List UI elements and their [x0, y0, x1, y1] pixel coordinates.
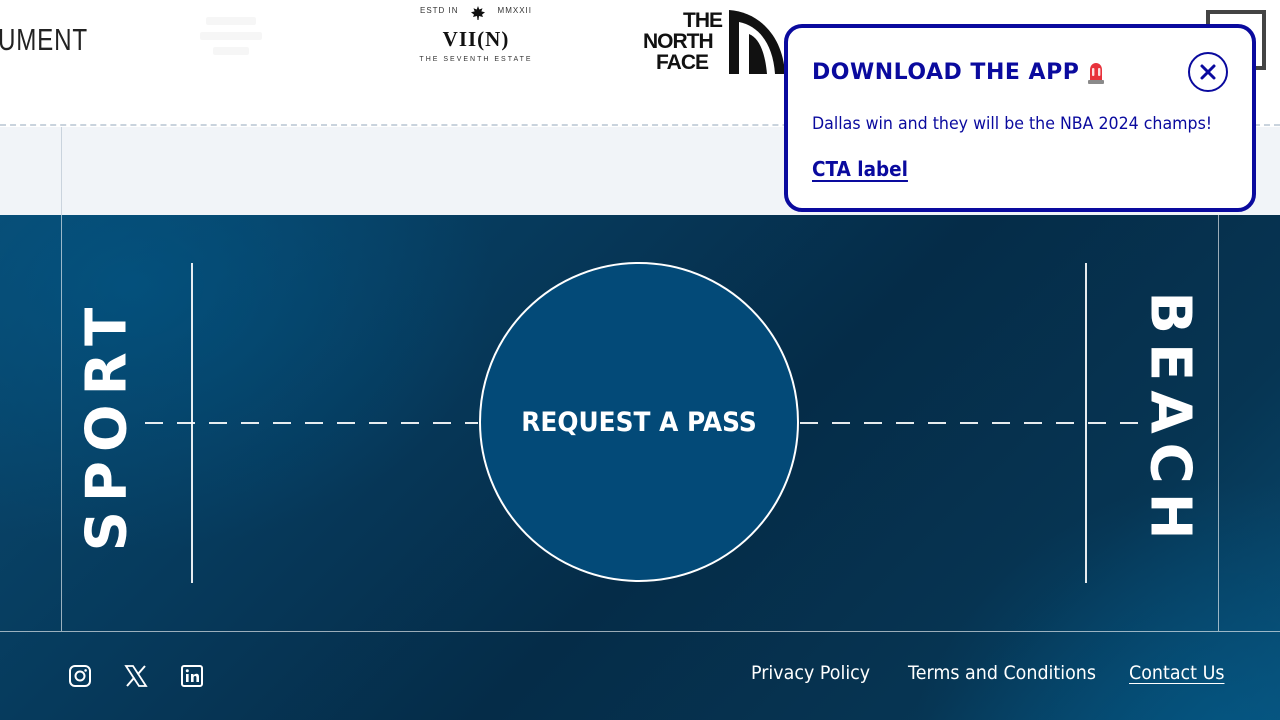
court-baseline	[0, 631, 1280, 632]
x-icon[interactable]	[124, 664, 148, 688]
contact-us-link[interactable]: Contact Us	[1129, 662, 1224, 684]
sponsor-logo-partial: UMENT	[0, 22, 88, 57]
beach-vertical-label: BEACH	[1137, 291, 1203, 549]
popup-cta-link[interactable]: CTA label	[812, 157, 908, 181]
court-sideline-right	[1218, 215, 1219, 631]
court-hero: SPORT BEACH REQUEST A PASS Privacy Polic…	[0, 215, 1280, 720]
privacy-policy-link[interactable]: Privacy Policy	[751, 662, 870, 684]
download-app-popup: DOWNLOAD THE APP Dallas win and they wil…	[784, 24, 1256, 212]
viin-wordmark: VII(N)	[442, 27, 510, 51]
close-button[interactable]	[1188, 52, 1228, 92]
request-pass-label: REQUEST A PASS	[521, 406, 757, 438]
close-icon	[1200, 64, 1216, 80]
alarm-light-icon	[1087, 62, 1105, 84]
viin-year-text: MMXXII	[497, 6, 532, 15]
viin-estd-text: ESTD IN	[420, 6, 459, 15]
tnf-line-2: NORTH	[643, 30, 714, 53]
court-dashed-line-right	[800, 422, 1138, 424]
sponsor-logo-faded	[190, 10, 272, 72]
viin-subtitle: THE SEVENTH ESTATE	[419, 56, 533, 63]
north-face-dome-icon	[729, 10, 785, 74]
sport-vertical-label: SPORT	[74, 298, 140, 552]
sponsor-logo-seventh-estate: ESTD IN MMXXII VII(N) THE SEVENTH ESTATE	[416, 6, 536, 80]
popup-title: DOWNLOAD THE APP	[812, 60, 1105, 85]
tnf-line-3: FACE	[656, 51, 709, 74]
apron-divider	[61, 127, 62, 215]
request-pass-button[interactable]: REQUEST A PASS	[479, 262, 799, 582]
court-sideline-left	[61, 215, 62, 631]
sponsor-logo-the-north-face: THE NORTH FACE	[643, 9, 785, 74]
court-dashed-line-left	[145, 422, 478, 424]
instagram-icon[interactable]	[68, 664, 92, 688]
maple-leaf-icon	[471, 6, 486, 22]
linkedin-icon[interactable]	[180, 664, 204, 688]
popup-message: Dallas win and they will be the NBA 2024…	[812, 114, 1213, 134]
tnf-line-1: THE	[683, 9, 723, 32]
terms-link[interactable]: Terms and Conditions	[908, 662, 1096, 684]
popup-title-text: DOWNLOAD THE APP	[812, 60, 1080, 85]
